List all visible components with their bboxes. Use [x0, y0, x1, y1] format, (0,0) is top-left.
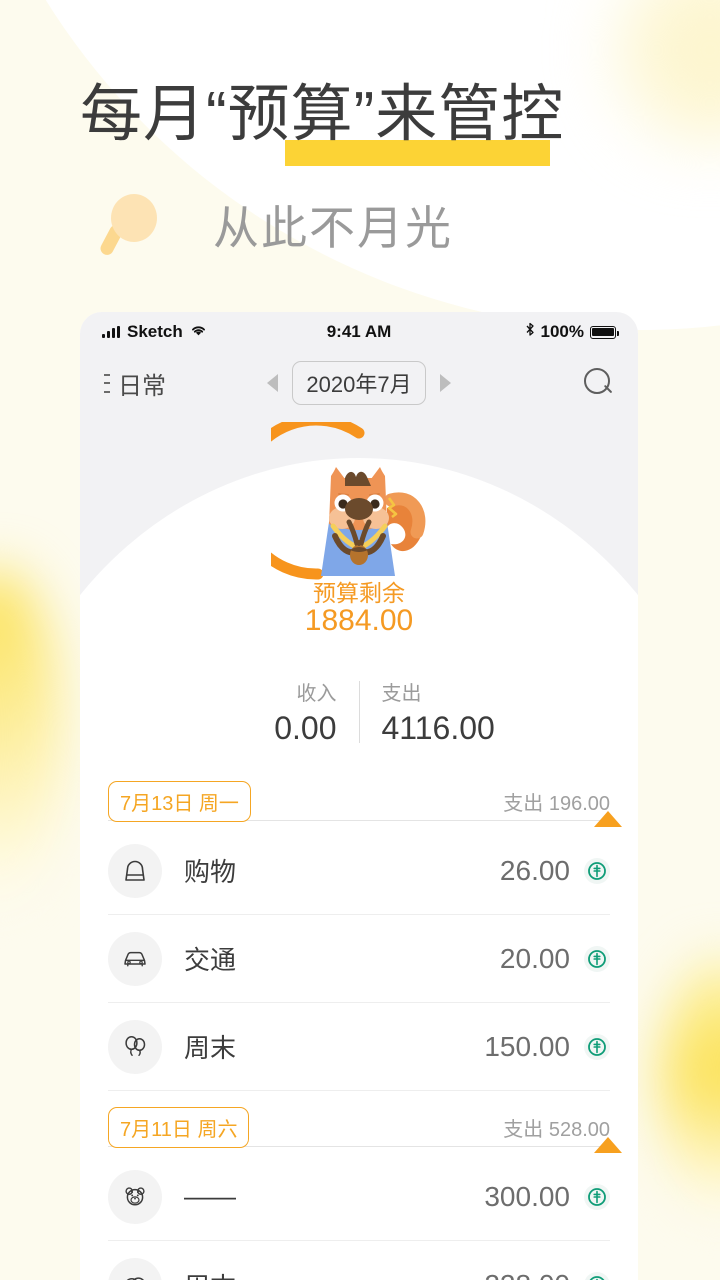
date-pill: 7月11日 周六 [108, 1106, 250, 1148]
wechat-pay-icon [584, 945, 610, 972]
yellow-blob-left [0, 570, 60, 900]
budget-hero: 预算剩余 1884.00 [80, 414, 638, 669]
category-label: 交通 [184, 945, 237, 975]
status-bar-time: 9:41 AM [326, 322, 392, 341]
subtitle-row: 从此不月光 [0, 192, 720, 258]
month-value[interactable]: 2020年7月 [292, 361, 426, 405]
phone-mockup: Sketch 9:41 AM 100% 日常 2020年7月 预算剩余 1884… [80, 312, 638, 1280]
date-total-label: 支出 528.00 [493, 1112, 610, 1142]
triangle-up-icon[interactable] [594, 1137, 622, 1153]
chevron-left-icon[interactable] [267, 374, 279, 392]
table-row[interactable]: 交通 20.00 [108, 915, 610, 1003]
amount-label: 300.00 [484, 1180, 570, 1212]
ledger-selector[interactable]: 日常 [104, 366, 166, 401]
bear-icon [108, 1169, 162, 1224]
ledger-name-label: 日常 [118, 372, 166, 400]
date-pill: 7月13日 周一 [108, 780, 251, 822]
budget-remaining-amount: 1884.00 [304, 604, 414, 637]
date-total-label: 支出 196.00 [493, 786, 610, 816]
status-bar-left: Sketch [102, 322, 327, 342]
status-bar-right: 100% [391, 322, 619, 342]
carrier-label: Sketch [127, 322, 183, 341]
signal-bars-icon [102, 326, 120, 338]
two-circles-icon [108, 1258, 162, 1280]
income-label: 收入 [296, 683, 337, 705]
squirrel-mascot-icon [321, 467, 426, 576]
battery-icon [590, 325, 619, 339]
table-row[interactable]: 周末 150.00 [108, 1003, 610, 1091]
wechat-pay-icon [584, 857, 610, 884]
yellow-blob-right [662, 960, 720, 1210]
phone-top-section: Sketch 9:41 AM 100% 日常 2020年7月 预算剩余 1884… [80, 312, 638, 669]
wifi-icon [190, 322, 207, 342]
amount-label: 228.00 [484, 1269, 570, 1280]
date-group-header[interactable]: 7月13日 周一 支出 196.00 [108, 775, 622, 827]
table-row[interactable]: —— 300.00 [108, 1153, 610, 1241]
table-row[interactable]: 购物 26.00 [108, 827, 610, 915]
headline-wrapper: 每月“预算”来管控 [0, 0, 720, 166]
income-value: 0.00 [274, 710, 337, 746]
hero-section: 每月“预算”来管控 从此不月光 [0, 0, 720, 258]
wechat-pay-icon [584, 1272, 610, 1280]
wechat-pay-icon [584, 1033, 610, 1060]
amount-label: 150.00 [484, 1030, 570, 1062]
wechat-pay-icon [584, 1183, 610, 1210]
amount-label: 26.00 [499, 854, 570, 886]
handbag-icon [108, 843, 162, 898]
amount-label: 20.00 [499, 942, 570, 974]
expense-label: 支出 [381, 683, 422, 705]
app-navbar: 日常 2020年7月 [80, 352, 638, 414]
list-icon [104, 373, 110, 393]
category-label: 周末 [184, 1267, 236, 1280]
budget-remaining-label: 预算剩余 [313, 580, 405, 606]
category-label: 周末 [184, 1033, 237, 1063]
balloons-icon [108, 1019, 162, 1074]
table-row[interactable]: 周末 228.00 [108, 1241, 610, 1280]
battery-percent-label: 100% [540, 322, 584, 341]
search-icon[interactable] [584, 368, 614, 398]
page-subtitle: 从此不月光 [213, 202, 453, 254]
income-cell: 收入 0.00 [243, 677, 359, 747]
triangle-up-icon[interactable] [594, 811, 622, 827]
expense-value: 4116.00 [381, 710, 495, 746]
status-bar: Sketch 9:41 AM 100% [80, 312, 638, 352]
income-expense-summary: 收入 0.00 支出 4116.00 [80, 669, 638, 765]
expense-cell: 支出 4116.00 [360, 677, 495, 747]
transaction-list: 7月13日 周一 支出 196.00 购物 26.00 交通 20.00 周末 … [80, 775, 638, 1280]
bluetooth-icon [525, 322, 535, 342]
lollipop-icon [95, 194, 167, 258]
category-label: —— [184, 1181, 236, 1211]
page-title: 每月“预算”来管控 [80, 80, 565, 149]
car-icon [108, 931, 162, 986]
category-label: 购物 [184, 857, 237, 887]
chevron-right-icon[interactable] [439, 374, 451, 392]
date-group-header[interactable]: 7月11日 周六 支出 528.00 [108, 1101, 622, 1153]
search-button[interactable] [584, 368, 614, 398]
